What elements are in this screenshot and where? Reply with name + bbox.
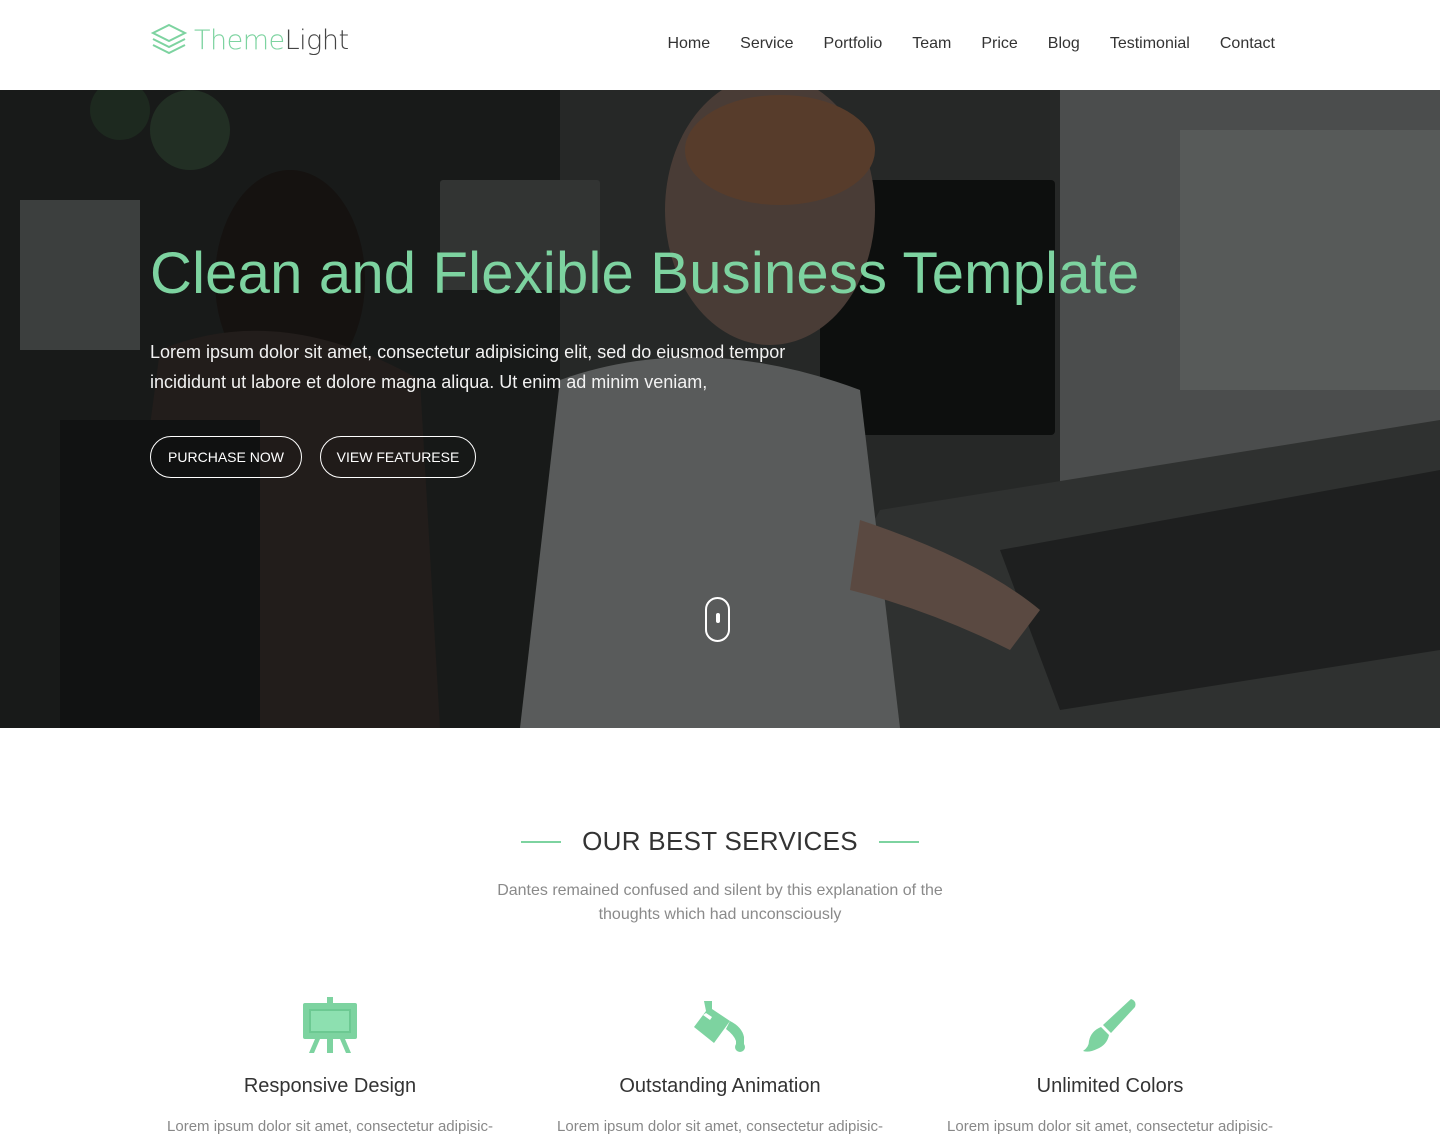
nav-service[interactable]: Service [740, 33, 793, 55]
site-header: ThemeLight Home Service Portfolio Team P… [0, 0, 1440, 90]
service-text: Lorem ipsum dolor sit amet, consectetur … [557, 1118, 883, 1135]
easel-icon [150, 995, 510, 1057]
logo-text: ThemeLight [194, 25, 349, 56]
nav-portfolio[interactable]: Portfolio [824, 33, 883, 55]
services-title: OUR BEST SERVICES [582, 826, 858, 856]
purchase-now-button[interactable]: PURCHASE NOW [150, 436, 302, 478]
nav-home[interactable]: Home [667, 33, 710, 55]
service-title: Outstanding Animation [619, 1075, 821, 1097]
service-card-responsive-design: Responsive Design Lorem ipsum dolor sit … [150, 995, 510, 1135]
logo[interactable]: ThemeLight [150, 18, 349, 62]
services-heading: OUR BEST SERVICES [0, 826, 1440, 857]
mouse-wheel [716, 613, 720, 623]
service-text: Lorem ipsum dolor sit amet, consectetur … [167, 1118, 493, 1135]
logo-text-light: Light [284, 24, 349, 56]
nav-price[interactable]: Price [981, 33, 1017, 55]
main-nav: Home Service Portfolio Team Price Blog T… [637, 33, 1275, 55]
nav-team[interactable]: Team [912, 33, 951, 55]
hero-title: Clean and Flexible Business Template [150, 241, 1140, 306]
service-card-outstanding-animation: Outstanding Animation Lorem ipsum dolor … [540, 995, 900, 1135]
service-text: Lorem ipsum dolor sit amet, consectetur … [947, 1118, 1273, 1135]
service-title: Unlimited Colors [1036, 1075, 1184, 1097]
heading-line-right [878, 840, 919, 843]
paint-bucket-icon [540, 995, 900, 1057]
hero-section: Clean and Flexible Business Template Lor… [0, 90, 1440, 728]
hero-text: Lorem ipsum dolor sit amet, consectetur … [150, 342, 786, 392]
services-subtitle: Dantes remained confused and silent by t… [497, 882, 943, 923]
nav-contact[interactable]: Contact [1220, 33, 1275, 55]
view-features-button[interactable]: VIEW FEATURESE [320, 436, 476, 478]
logo-text-theme: Theme [194, 24, 285, 56]
paintbrush-icon [930, 995, 1290, 1057]
scroll-down-mouse-icon[interactable] [705, 597, 730, 642]
nav-blog[interactable]: Blog [1048, 33, 1080, 55]
service-card-unlimited-colors: Unlimited Colors Lorem ipsum dolor sit a… [930, 995, 1290, 1135]
layers-logo-icon [150, 23, 188, 55]
heading-line-left [521, 840, 562, 843]
nav-testimonial[interactable]: Testimonial [1110, 33, 1190, 55]
service-title: Responsive Design [243, 1075, 417, 1097]
